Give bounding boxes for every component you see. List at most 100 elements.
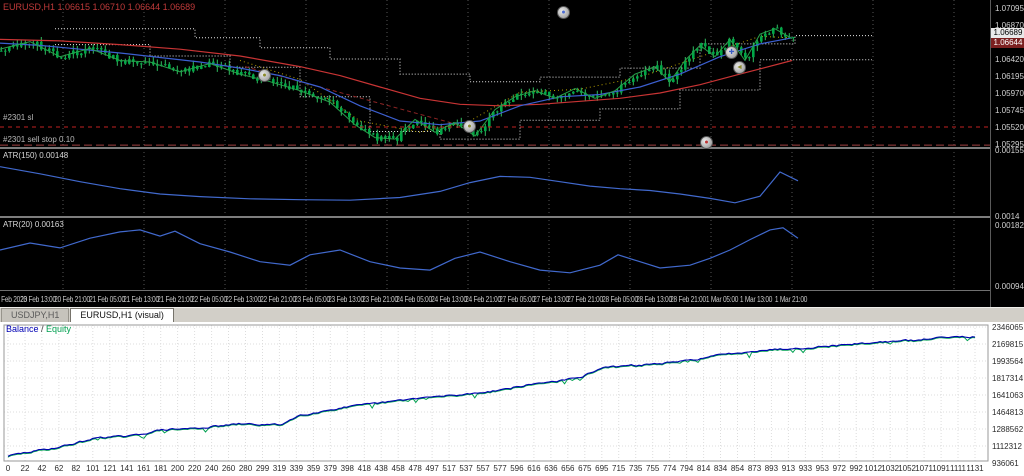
price-axis-label: 1.05970 xyxy=(995,89,1024,98)
price-axis-label: 1.05520 xyxy=(995,123,1024,132)
chart-tab-bar: USDJPY,H1 EURUSD,H1 (visual) xyxy=(0,307,1024,322)
tester-x-label: 379 xyxy=(323,464,337,473)
tester-x-label: 42 xyxy=(37,464,47,473)
tester-x-label: 656 xyxy=(561,464,575,473)
cross-icon: ✚ xyxy=(728,49,735,56)
tester-x-label: 596 xyxy=(510,464,524,473)
current-price-box: 1.06644 xyxy=(991,38,1024,48)
tester-x-label: 972 xyxy=(832,464,846,473)
equity-line xyxy=(7,336,976,458)
tester-x-label: 577 xyxy=(493,464,507,473)
tester-x-label: 438 xyxy=(374,464,388,473)
trade-marker: ✚ xyxy=(725,46,738,59)
indicator-axis-label: 0.00094 xyxy=(995,282,1024,291)
tester-x-label: 418 xyxy=(357,464,371,473)
tester-x-label: 1111 xyxy=(949,464,967,473)
tester-y-label: 1993564 xyxy=(992,357,1024,366)
tester-x-label: 0 xyxy=(5,464,11,473)
tester-x-label: 181 xyxy=(154,464,168,473)
price-axis-label: 1.06420 xyxy=(995,55,1024,64)
tester-y-label: 1817314 xyxy=(992,374,1024,383)
atr-indicator-line xyxy=(0,227,799,274)
tester-x-label: 319 xyxy=(272,464,287,473)
balance-line xyxy=(7,335,976,457)
time-axis-label: 21 Feb 21:00 xyxy=(157,295,193,304)
tester-x-label: 933 xyxy=(798,464,813,473)
dot-icon: ● xyxy=(467,123,472,130)
chart-ohlc-header: EURUSD,H1 1.06615 1.06710 1.06644 1.0668… xyxy=(3,2,196,12)
time-axis-label: 23 Feb 05:00 xyxy=(293,295,330,304)
indicator-pane-header: ATR(20) 0.00163 xyxy=(3,220,64,229)
tester-x-label: 398 xyxy=(340,464,354,473)
time-axis-label: 23 Feb 21:00 xyxy=(362,295,399,304)
mt-terminal: EURUSD,H1 1.06615 1.06710 1.06644 1.0668… xyxy=(0,0,1024,476)
price-axis[interactable]: 1.070951.068701.066451.064201.061951.059… xyxy=(990,0,1024,307)
time-axis-label: 1 Mar 21:00 xyxy=(774,295,807,304)
tester-x-label: 953 xyxy=(815,464,829,473)
tester-graph-panel[interactable]: Balance / Equity 2346065 2169815 1993564 18… xyxy=(0,322,1024,476)
tester-y-label: 1288562 xyxy=(992,425,1024,434)
tester-x-label: 695 xyxy=(595,464,609,473)
tester-y-label: 1112312 xyxy=(992,442,1022,451)
ma-red-line xyxy=(0,38,793,107)
tester-x-label: 814 xyxy=(696,464,711,473)
tester-x-label: 299 xyxy=(255,464,270,473)
tester-x-label: 82 xyxy=(71,464,81,473)
current-price-box: 1.06689 xyxy=(991,28,1024,38)
tester-x-label: 992 xyxy=(849,464,863,473)
tester-legend: Balance / Equity xyxy=(6,324,71,334)
tab-usdjpy-h1[interactable]: USDJPY,H1 xyxy=(1,308,70,322)
tester-x-label: 101 xyxy=(86,464,100,473)
tester-x-label: 873 xyxy=(747,464,762,473)
indicator-axis-label: 0.0014 xyxy=(995,212,1020,221)
tester-x-label: 141 xyxy=(120,464,134,473)
tester-x-label: 121 xyxy=(103,464,117,473)
time-axis-label: 20 Feb 21:00 xyxy=(54,295,91,304)
time-axis-label: 1 Mar 13:00 xyxy=(740,295,773,304)
time-axis[interactable]: Feb 2023 20 Feb 13:00 20 Feb 21:00 21 Feb 0… xyxy=(0,292,990,307)
legend-separator: / xyxy=(38,324,47,334)
indicator-pane-header: ATR(150) 0.00148 xyxy=(3,151,69,160)
time-axis-label: 22 Feb 21:00 xyxy=(259,295,296,304)
dot-icon: ● xyxy=(561,9,566,16)
tester-x-label: 62 xyxy=(54,464,64,473)
tester-x-label: 359 xyxy=(306,464,321,473)
tester-x-label: 497 xyxy=(425,464,439,473)
tester-x-label: 735 xyxy=(629,464,643,473)
tester-x-label: 1091 xyxy=(932,464,950,473)
time-axis-label: 21 Feb 05:00 xyxy=(88,295,125,304)
tester-x-label: 280 xyxy=(238,464,253,473)
tester-x-label: 1012 xyxy=(864,464,883,473)
tester-x-label: 834 xyxy=(713,464,728,473)
time-axis-label: 24 Feb 05:00 xyxy=(396,295,433,304)
tester-x-label: 675 xyxy=(578,464,592,473)
tester-x-label: 517 xyxy=(442,464,456,473)
tester-x-label: 1071 xyxy=(915,464,933,473)
time-axis-label: 27 Feb 21:00 xyxy=(567,295,604,304)
atr-indicator-line xyxy=(0,166,799,204)
tester-x-label: 893 xyxy=(764,464,779,473)
tester-x-label: 240 xyxy=(204,464,219,473)
trade-marker: ● xyxy=(700,136,713,149)
time-axis-label: 28 Feb 13:00 xyxy=(635,295,672,304)
time-axis-label: 23 Feb 13:00 xyxy=(328,295,364,304)
tester-x-label: 636 xyxy=(544,464,558,473)
time-axis-label: 1 Mar 05:00 xyxy=(706,295,739,304)
fast-green-line xyxy=(0,28,793,140)
tester-x-label: 339 xyxy=(289,464,304,473)
tester-y-label: 936061 xyxy=(992,459,1019,468)
indicator-axis-label: 0.00182 xyxy=(995,221,1024,230)
tester-x-label: 478 xyxy=(408,464,422,473)
time-axis-label: 28 Feb 21:00 xyxy=(670,295,706,304)
tab-eurusd-h1-visual[interactable]: EURUSD,H1 (visual) xyxy=(70,308,174,322)
price-axis-label: 1.05745 xyxy=(995,106,1024,115)
pane-divider xyxy=(0,216,990,218)
tester-x-label: 260 xyxy=(221,464,236,473)
trade-marker: ● xyxy=(463,120,476,133)
tester-x-label: 458 xyxy=(391,464,405,473)
tester-y-label: 1641063 xyxy=(992,391,1024,400)
tester-x-label: 22 xyxy=(20,464,30,473)
tester-x-label: 537 xyxy=(459,464,473,473)
candlestick-chart-canvas xyxy=(0,0,990,292)
tester-y-label: 1464813 xyxy=(992,408,1024,417)
